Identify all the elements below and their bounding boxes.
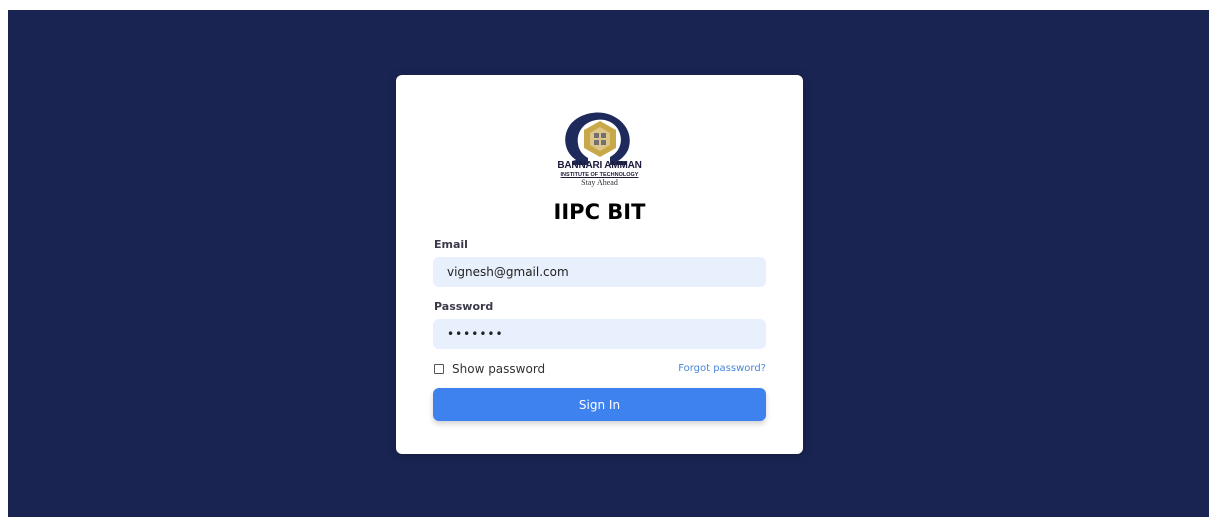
login-card: BANNARI AMMAN INSTITUTE OF TECHNOLOGY St… [396,75,803,454]
password-input[interactable] [433,319,766,349]
logo-tagline: Stay Ahead [581,178,618,187]
email-input[interactable] [433,257,766,287]
show-password-checkbox[interactable] [434,364,444,374]
show-password-label[interactable]: Show password [452,362,545,376]
show-password-row: Show password [434,362,545,376]
sign-in-button[interactable]: Sign In [433,388,766,421]
page-background: BANNARI AMMAN INSTITUTE OF TECHNOLOGY St… [8,10,1209,517]
logo-name: BANNARI AMMAN [557,160,642,171]
email-label: Email [434,238,468,251]
forgot-password-link[interactable]: Forgot password? [678,363,766,374]
page-title: IIPC BIT [553,200,646,224]
password-label: Password [434,300,494,313]
